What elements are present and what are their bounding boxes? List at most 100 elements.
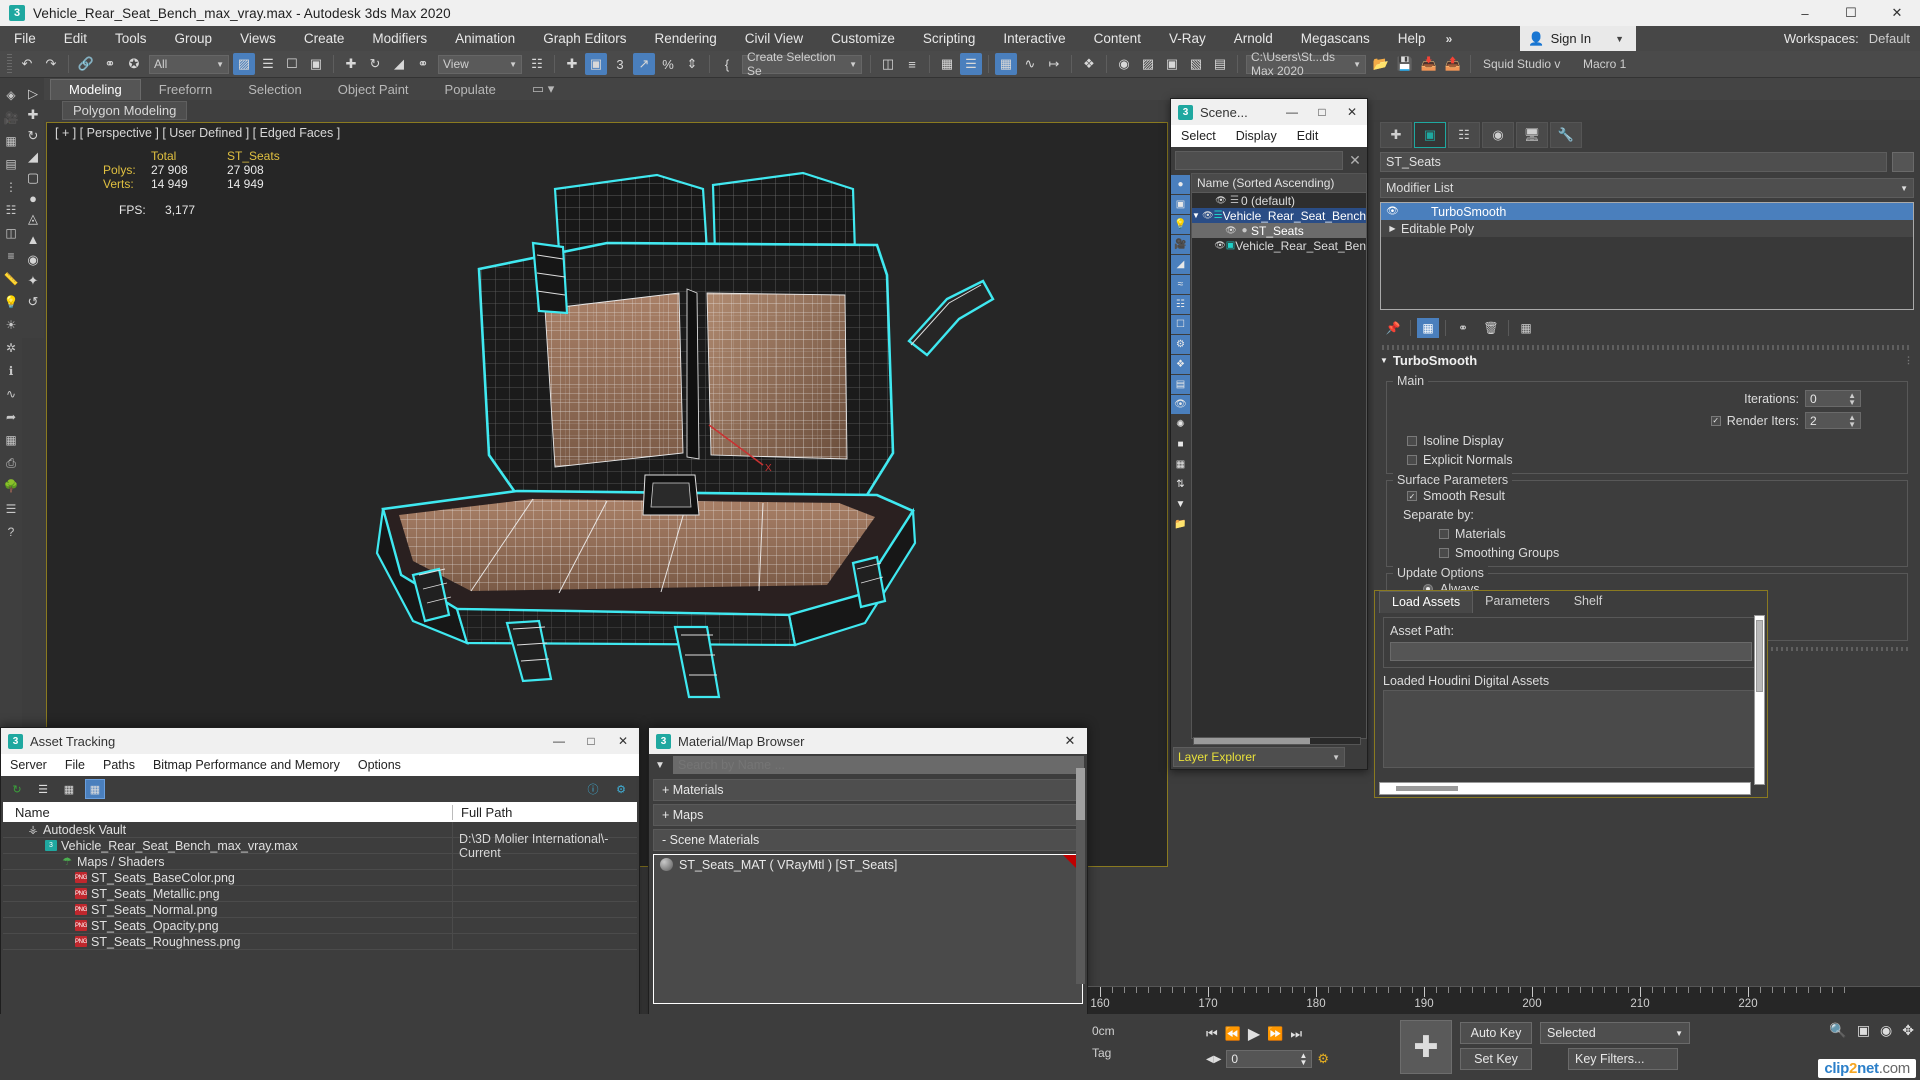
window-crossing-icon[interactable]: ▣ (305, 53, 327, 75)
forest-icon[interactable]: 🌳 (2, 477, 20, 495)
macro-label[interactable]: Macro 1 (1579, 55, 1645, 74)
menu-civil-view[interactable]: Civil View (731, 26, 817, 51)
material-browser-vscrollbar[interactable] (1076, 768, 1085, 984)
materials-row[interactable]: Materials (1393, 527, 1901, 541)
zoom-region-icon[interactable]: ▣ (1857, 1022, 1870, 1039)
menu-create[interactable]: Create (290, 26, 359, 51)
menu-modifiers[interactable]: Modifiers (358, 26, 441, 51)
list-view-icon[interactable]: ☰ (33, 779, 53, 799)
at-menu-bitmap-performance[interactable]: Bitmap Performance and Memory (144, 758, 349, 772)
materials-checkbox[interactable] (1439, 529, 1449, 539)
filter-xrefs-icon[interactable]: ☐ (1171, 315, 1190, 334)
pin-stack-icon[interactable]: 📌 (1382, 318, 1404, 338)
cone-tool-icon[interactable]: ▲ (27, 232, 40, 247)
timeline-track-bar[interactable]: 160 170 180 190 200 210 220 (1088, 986, 1920, 1014)
measure-icon[interactable]: 📏 (2, 270, 20, 288)
use-pivot-point-center-icon[interactable]: ☷ (526, 53, 548, 75)
spacing-tool-icon[interactable]: ⋮ (2, 178, 20, 196)
modifier-stack-item-turbosmooth[interactable]: 👁 TurboSmooth (1381, 203, 1913, 220)
schematic-view-icon[interactable]: ↦ (1043, 53, 1065, 75)
render-iters-checkbox[interactable]: ✓ (1710, 415, 1721, 426)
open-file-icon[interactable]: 📂 (1370, 53, 1392, 75)
menu-scripting[interactable]: Scripting (909, 26, 990, 51)
scene-row-default-layer[interactable]: 👁 ☰ 0 (default) (1192, 193, 1366, 208)
menu-content[interactable]: Content (1080, 26, 1155, 51)
fence-icon[interactable]: ⎙ (2, 454, 20, 472)
scene-row-vehicle-bench-layer[interactable]: ▼ 👁 ☰ Vehicle_Rear_Seat_Bench (1192, 208, 1366, 223)
se-close-button[interactable]: ✕ (1337, 99, 1367, 125)
project-folder-dropdown[interactable]: C:\Users\St...ds Max 2020 ▼ (1246, 50, 1366, 78)
align-tool-icon[interactable]: ≡ (2, 247, 20, 265)
auto-key-button[interactable]: Auto Key (1460, 1022, 1532, 1044)
asset-path-input[interactable] (1390, 642, 1752, 661)
menu-overflow-icon[interactable]: » (1446, 32, 1453, 46)
column-full-path[interactable]: Full Path (453, 805, 637, 820)
hierarchy-tab[interactable]: ☷ (1448, 122, 1480, 148)
at-maximize-button[interactable]: □ (575, 728, 607, 754)
mirror-icon[interactable]: ◫ (877, 53, 899, 75)
menu-rendering[interactable]: Rendering (641, 26, 731, 51)
pan-icon[interactable]: ✥ (1902, 1022, 1914, 1039)
filter-box-icon[interactable]: ▦ (1171, 455, 1190, 474)
filter-cameras-icon[interactable]: 🎥 (1171, 235, 1190, 254)
expand-triangle-icon[interactable]: ▶ (1384, 224, 1401, 233)
ribbon-tab-object-paint[interactable]: Object Paint (320, 80, 427, 100)
material-item-st-seats-mat[interactable]: ST_Seats_MAT ( VRayMtl ) [ST_Seats] (654, 855, 1082, 874)
show-end-result-icon[interactable]: ▦ (1417, 318, 1439, 338)
curve-icon[interactable]: ∿ (2, 385, 20, 403)
link-constraint-icon[interactable]: ➦ (2, 408, 20, 426)
visibility-eye-icon[interactable]: 👁 (1224, 225, 1238, 236)
select-and-move-icon[interactable]: ✚ (340, 53, 362, 75)
section-materials[interactable]: + Materials (653, 779, 1083, 801)
menu-graph-editors[interactable]: Graph Editors (529, 26, 640, 51)
column-name[interactable]: Name (3, 804, 453, 820)
expand-triangle-icon[interactable]: ▼ (1192, 211, 1200, 220)
frame-arrows-icon[interactable]: ◀▶ (1206, 1054, 1221, 1065)
select-and-place-icon[interactable]: ⚭ (412, 53, 434, 75)
visibility-eye-icon[interactable]: 👁 (1214, 240, 1225, 251)
ribbon-tab-populate[interactable]: Populate (427, 80, 514, 100)
modifier-stack[interactable]: 👁 TurboSmooth ▶ Editable Poly (1380, 202, 1914, 310)
workspaces-value[interactable]: Default (1869, 31, 1910, 46)
key-mode-dropdown[interactable]: Selected ▼ (1540, 1022, 1690, 1044)
rotate-tool-icon[interactable]: ↻ (28, 128, 39, 144)
menu-megascans[interactable]: Megascans (1287, 26, 1384, 51)
grid-view-icon[interactable]: ▦ (85, 779, 105, 799)
modify-tab[interactable]: ▣ (1414, 122, 1446, 148)
filter-shapes-icon[interactable]: ▣ (1171, 195, 1190, 214)
spinner-snap-toggle-icon[interactable]: ↗ (633, 53, 655, 75)
scale-tool-icon[interactable]: ◢ (28, 149, 38, 165)
percent-snap-toggle-icon[interactable]: 3 (609, 53, 631, 75)
select-and-rotate-icon[interactable]: ↻ (364, 53, 386, 75)
menu-group[interactable]: Group (161, 26, 227, 51)
save-file-icon[interactable]: 💾 (1394, 53, 1416, 75)
tab-load-assets[interactable]: Load Assets (1379, 591, 1474, 613)
menu-customize[interactable]: Customize (817, 26, 909, 51)
table-row[interactable]: PNG ST_Seats_Opacity.png (3, 918, 637, 934)
se-minimize-button[interactable]: — (1277, 99, 1307, 125)
utilities-tab[interactable]: 🔧 (1550, 122, 1582, 148)
toggle-ribbon-icon[interactable]: ▦ (995, 53, 1017, 75)
menu-tools[interactable]: Tools (101, 26, 161, 51)
filter-folder-icon[interactable]: 📁 (1171, 515, 1190, 534)
isoline-display-checkbox[interactable] (1407, 436, 1417, 446)
sphere-tool-icon[interactable]: ● (29, 191, 37, 206)
modifier-stack-item-editable-poly[interactable]: ▶ Editable Poly (1381, 220, 1913, 237)
remove-modifier-icon[interactable]: 🗑 (1480, 318, 1502, 338)
redo-icon[interactable]: ↷ (40, 53, 62, 75)
play-icon[interactable]: ▶ (1248, 1024, 1260, 1044)
import-icon[interactable]: 📥 (1418, 53, 1440, 75)
rectangular-selection-region-icon[interactable]: ☐ (281, 53, 303, 75)
scene-explorer-column-header[interactable]: Name (Sorted Ascending) (1192, 174, 1366, 193)
ribbon-options-icon[interactable]: ▭ ▾ (514, 79, 572, 100)
scene-materials-list[interactable]: ST_Seats_MAT ( VRayMtl ) [ST_Seats] (653, 854, 1083, 1004)
paint-deform-icon[interactable]: ◈ (2, 86, 20, 104)
at-minimize-button[interactable]: — (543, 728, 575, 754)
layer-explorer-dropdown[interactable]: Layer Explorer ▼ (1173, 747, 1345, 767)
cylinder-tool-icon[interactable]: ◬ (28, 211, 38, 227)
go-to-end-icon[interactable]: ⏭ (1290, 1026, 1302, 1042)
clear-search-icon[interactable]: ✕ (1347, 152, 1363, 169)
maximize-button[interactable]: ☐ (1828, 0, 1874, 26)
modifier-list-dropdown[interactable]: Modifier List ▼ (1380, 178, 1914, 198)
sun-icon[interactable]: ☀ (2, 316, 20, 334)
